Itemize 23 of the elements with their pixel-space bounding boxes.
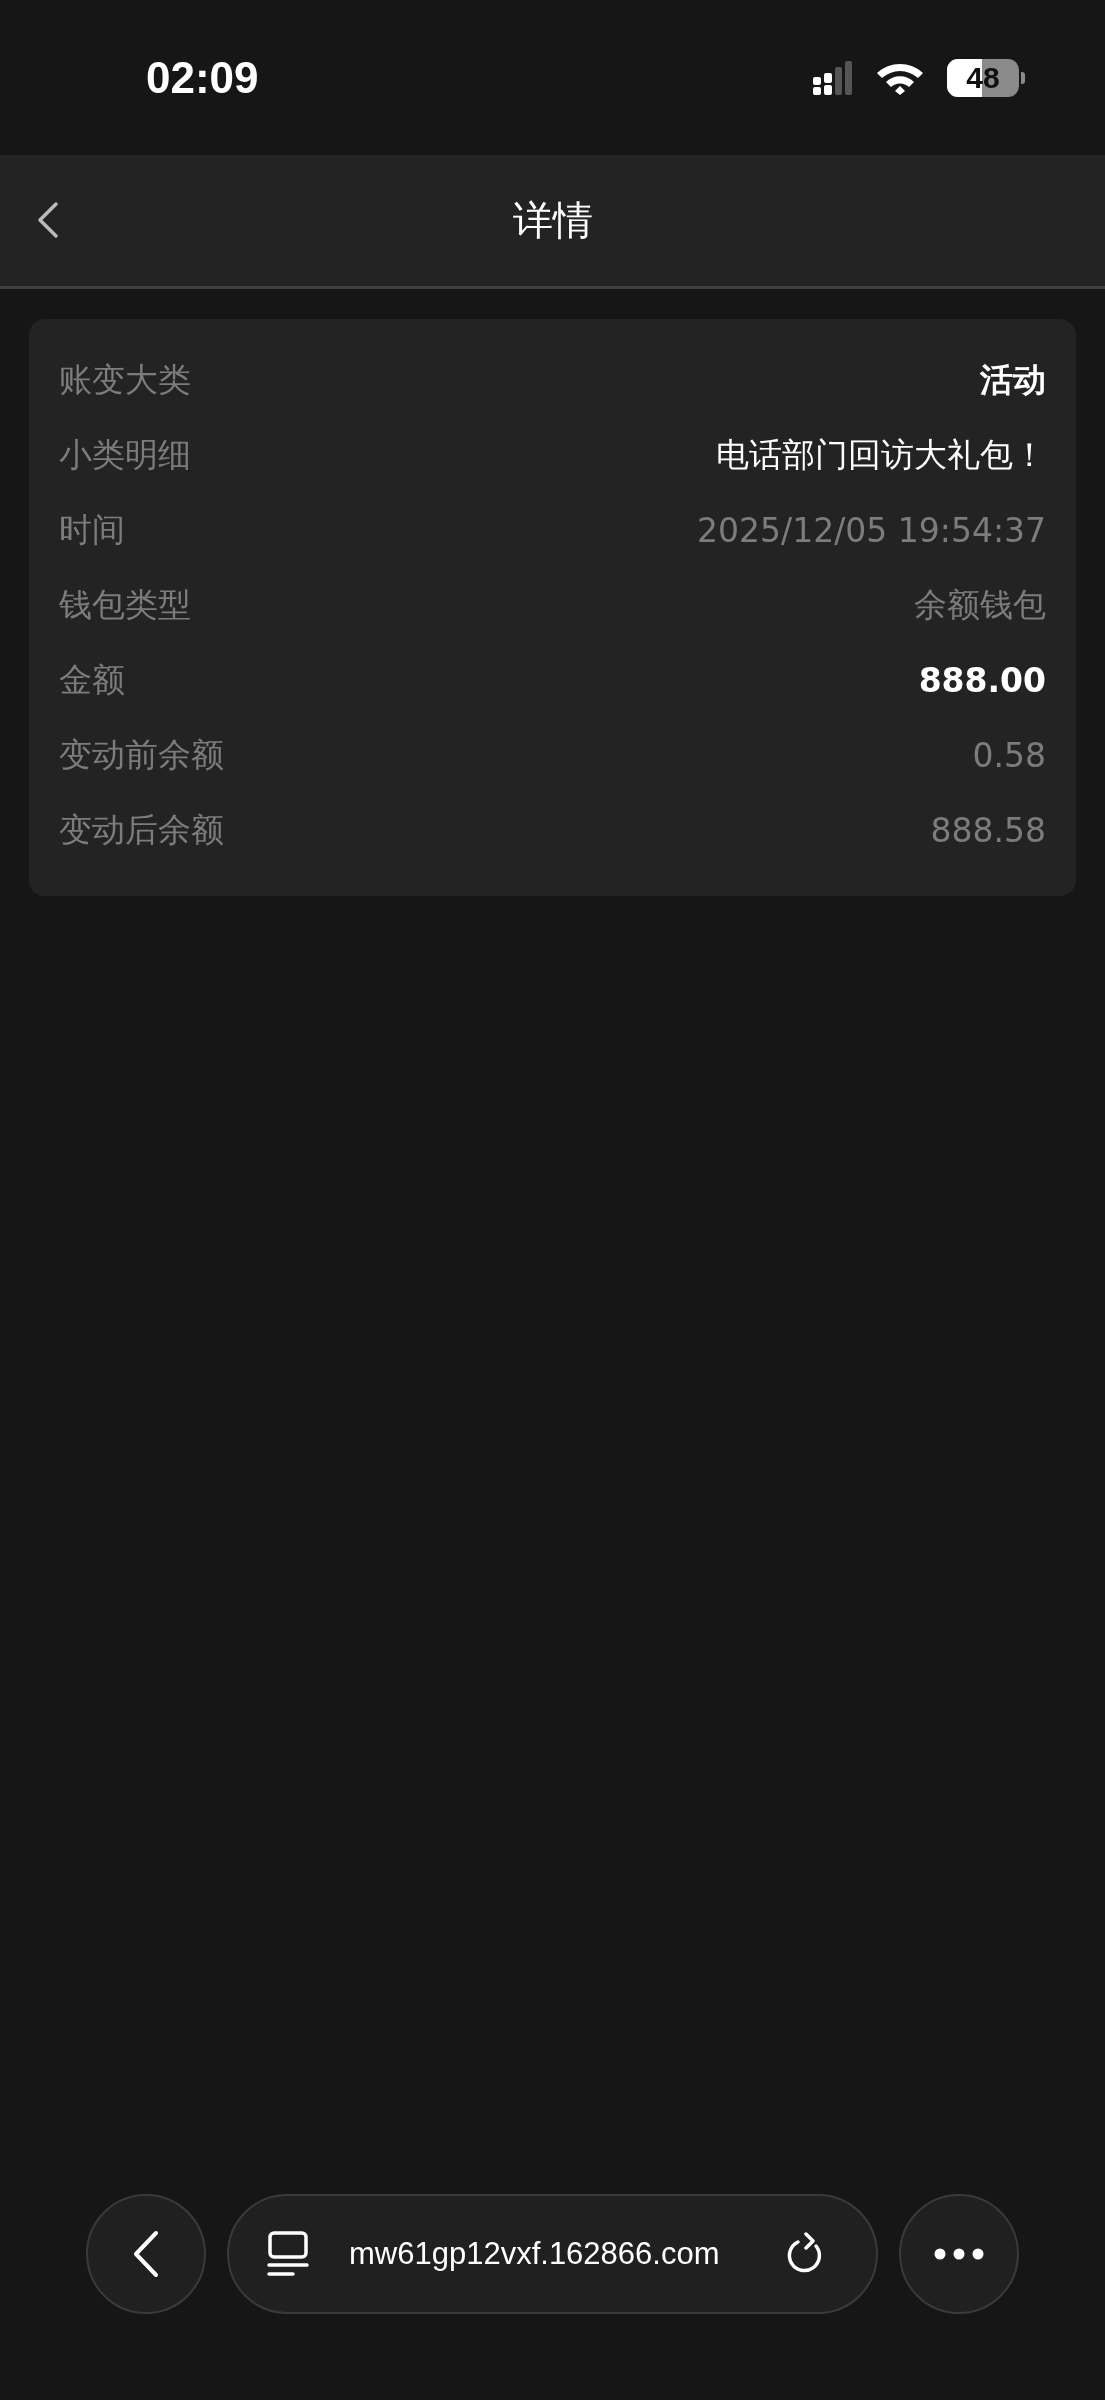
back-icon[interactable] bbox=[36, 201, 60, 239]
detail-label: 时间 bbox=[59, 509, 125, 551]
more-icon bbox=[934, 2248, 984, 2260]
signal-icon bbox=[813, 60, 853, 95]
detail-label: 钱包类型 bbox=[59, 584, 191, 626]
detail-label: 变动后余额 bbox=[59, 809, 224, 851]
detail-value: 活动 bbox=[980, 359, 1046, 401]
detail-label: 变动前余额 bbox=[59, 734, 224, 776]
detail-value: 电话部门回访大礼包！ bbox=[716, 434, 1046, 476]
detail-value: 0.58 bbox=[972, 736, 1046, 775]
page-title: 详情 bbox=[512, 196, 593, 245]
status-time: 02:09 bbox=[146, 52, 259, 103]
detail-value: 2025/12/05 19:54:37 bbox=[697, 511, 1046, 550]
detail-value: 余额钱包 bbox=[914, 584, 1046, 626]
detail-value: 888.58 bbox=[930, 811, 1046, 850]
url-text: mw61gp12vxf.162866.com bbox=[349, 2236, 721, 2272]
detail-value: 888.00 bbox=[918, 661, 1046, 700]
detail-label: 金额 bbox=[59, 659, 125, 701]
detail-label: 小类明细 bbox=[59, 434, 191, 476]
address-bar[interactable]: mw61gp12vxf.162866.com bbox=[227, 2194, 878, 2314]
back-icon bbox=[131, 2229, 161, 2279]
tabs-icon[interactable] bbox=[267, 2231, 309, 2277]
detail-label: 账变大类 bbox=[59, 359, 191, 401]
